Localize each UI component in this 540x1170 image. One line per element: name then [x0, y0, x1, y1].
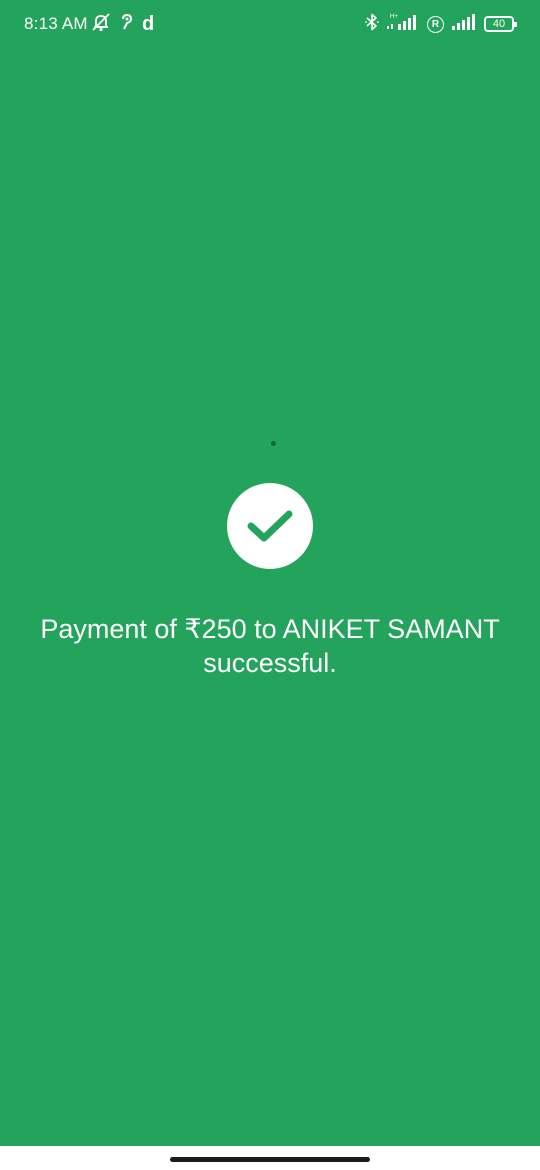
payment-success-message: Payment of ₹250 to ANIKET SAMANT success… [40, 614, 500, 678]
network-type-label: H+ [390, 14, 398, 20]
checkmark-icon [247, 510, 293, 542]
battery-icon: 40 [484, 16, 517, 32]
home-gesture-handle[interactable] [170, 1157, 370, 1162]
mobile-signal-2-icon [451, 12, 477, 37]
mobile-signal-1-icon: H+ [386, 12, 420, 37]
battery-level: 40 [492, 17, 506, 30]
check-circle-icon [227, 483, 313, 569]
status-system-icons: H+ R 40 [365, 12, 517, 37]
progress-dot [271, 441, 276, 446]
status-time: 8:13 AM [24, 14, 88, 33]
bluetooth-icon [365, 13, 379, 36]
status-notification-icons: d [90, 12, 154, 36]
notifications-muted-icon [90, 12, 112, 37]
app-notification-icon: d [142, 13, 155, 35]
payment-success-screen: 8:13 AM d H+ R 40 Payment of ₹250 to ANI… [0, 0, 540, 1170]
vibrate-icon [120, 13, 134, 36]
status-bar: 8:13 AM d H+ R 40 [0, 0, 540, 48]
roaming-icon: R [427, 15, 444, 33]
